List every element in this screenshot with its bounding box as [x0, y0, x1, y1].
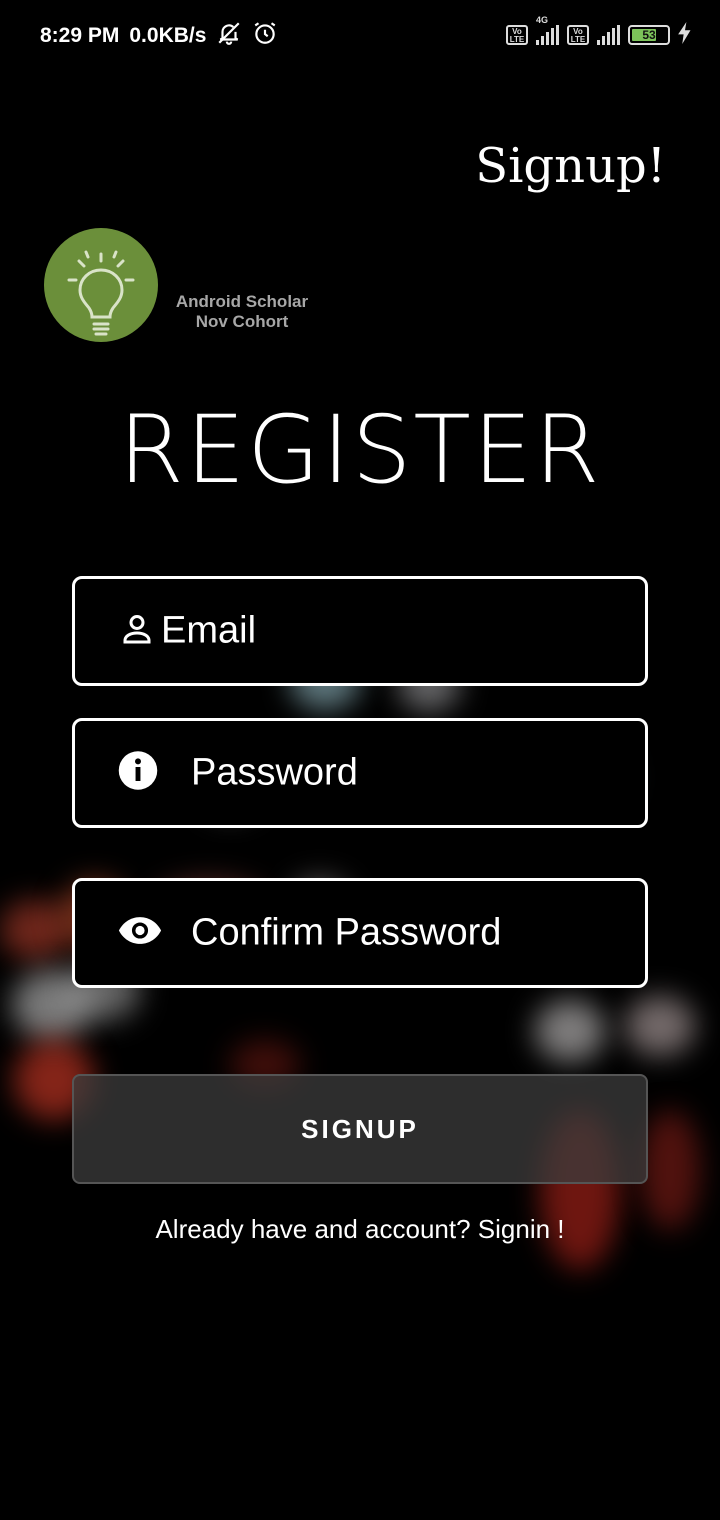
logo-text: Android Scholar Nov Cohort — [160, 292, 324, 332]
signal-4g-icon: 4G — [536, 15, 559, 45]
password-placeholder: Password — [191, 751, 358, 794]
bell-muted-icon — [216, 20, 242, 52]
signin-link[interactable]: Already have and account? Signin ! — [0, 1214, 720, 1245]
eye-icon[interactable] — [117, 915, 163, 952]
charging-icon — [678, 21, 692, 49]
network-speed: 0.0KB/s — [129, 24, 207, 47]
confirm-password-placeholder: Confirm Password — [191, 911, 502, 954]
person-icon — [119, 611, 155, 652]
password-field[interactable]: Password — [72, 718, 648, 828]
email-field[interactable]: Email — [72, 576, 648, 686]
logo — [44, 228, 158, 342]
volte-icon-2: Vo LTE — [567, 25, 589, 45]
status-time: 8:29 PM — [40, 24, 120, 47]
bottom-bar — [0, 1426, 720, 1520]
logo-line-2: Nov Cohort — [195, 312, 289, 331]
info-icon — [117, 750, 159, 797]
lightbulb-icon — [67, 250, 135, 336]
battery-icon: 53 — [628, 25, 670, 45]
volte-icon: Vo LTE — [506, 25, 528, 45]
alarm-icon — [252, 20, 278, 52]
email-placeholder: Email — [161, 609, 257, 652]
logo-line-1: Android Scholar — [175, 292, 309, 311]
signal-icon — [597, 25, 620, 45]
confirm-password-field[interactable]: Confirm Password — [72, 878, 648, 988]
page-title: Signup! — [475, 138, 666, 194]
battery-level: 53 — [642, 28, 656, 42]
register-heading: REGISTER — [118, 396, 602, 505]
signup-button[interactable]: SIGNUP — [72, 1074, 648, 1184]
status-bar: 8:29 PM 0.0KB/s Vo LTE 4G Vo LTE 53 — [0, 0, 720, 70]
